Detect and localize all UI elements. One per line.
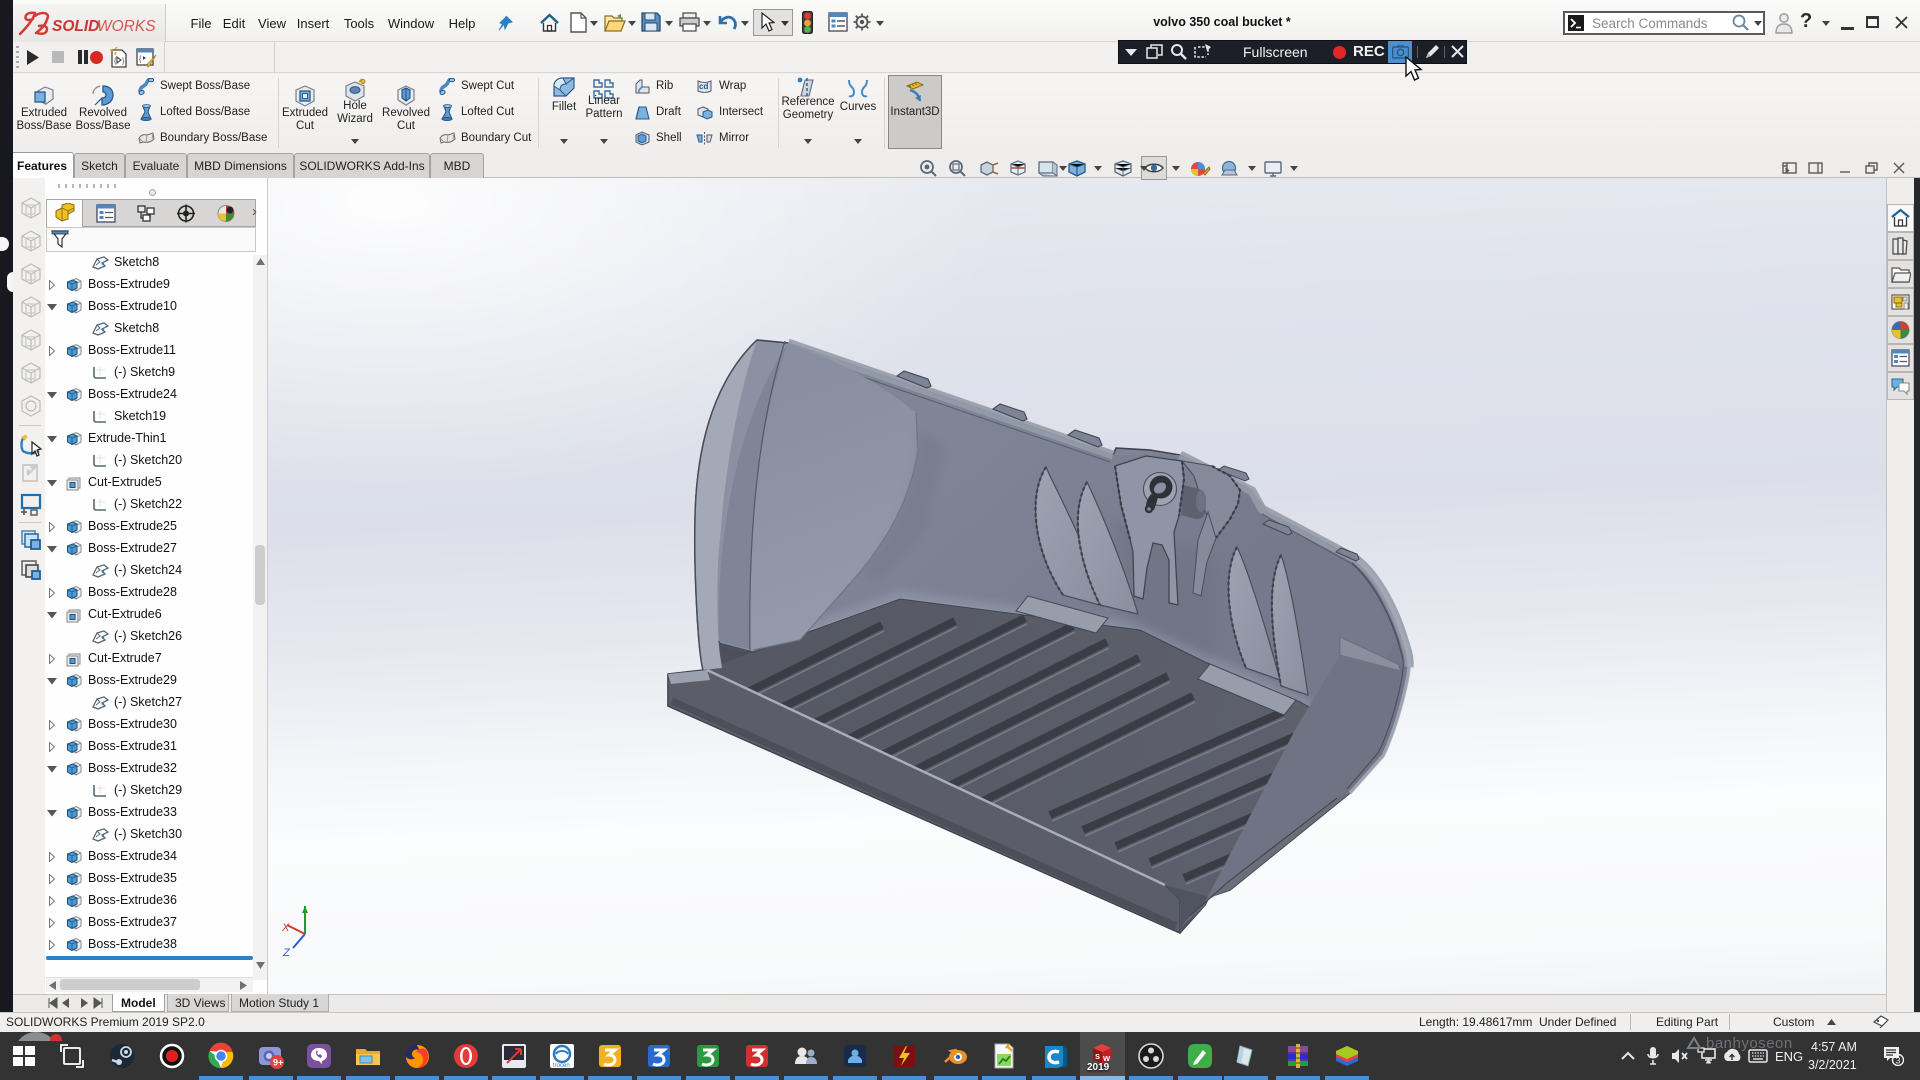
svg-text:SOLID: SOLID bbox=[52, 18, 99, 35]
svg-text:9+: 9+ bbox=[273, 1058, 283, 1068]
svg-text:X: X bbox=[281, 922, 290, 934]
svg-text:Z: Z bbox=[282, 947, 291, 959]
svg-text:WORKS: WORKS bbox=[97, 18, 156, 35]
svg-text:cd: cd bbox=[699, 82, 708, 91]
svg-text:trocen: trocen bbox=[553, 1063, 570, 1069]
svg-text:S: S bbox=[1095, 1052, 1100, 1061]
svg-text:3: 3 bbox=[1896, 1056, 1901, 1066]
